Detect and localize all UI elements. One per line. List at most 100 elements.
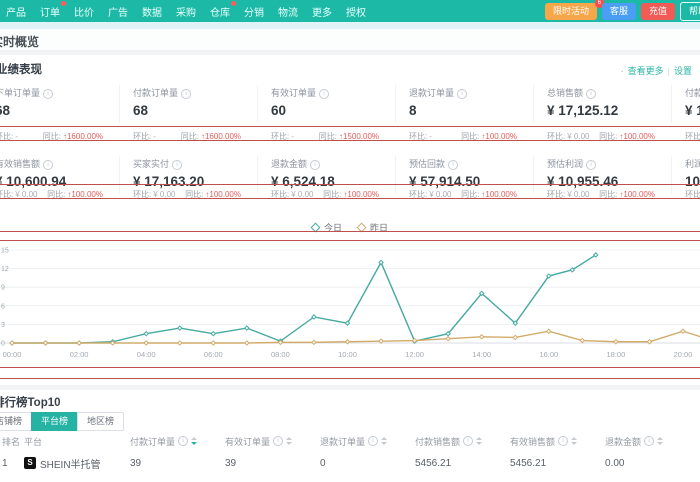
mom-compare: 环比:¥ 0.00 xyxy=(547,189,589,200)
mom-value: ¥ 0.00 xyxy=(15,190,38,199)
kpi-card-有效订单量: 有效订单量 60 环比:- 同比:↑1500.00% xyxy=(257,83,395,149)
nav-action-outline-button[interactable]: 帮助 xyxy=(679,2,700,21)
legend-item-今日[interactable]: 今日 xyxy=(310,221,342,234)
column-header-退款金额[interactable]: 退款金额 xyxy=(605,435,700,448)
data-point-昨日 xyxy=(210,340,217,346)
performance-section-title: 业绩表现 xyxy=(0,64,42,76)
sort-icon[interactable] xyxy=(571,437,578,445)
nav-item-仓库[interactable]: 仓库 xyxy=(210,0,236,19)
kpi-compare-strip: 环比:- 同比:↑100.00% xyxy=(409,131,517,142)
mom-value: - xyxy=(15,132,18,141)
value-cell: 5456.21 xyxy=(415,457,452,469)
sort-icon[interactable] xyxy=(381,437,388,445)
mom-compare: 环比:¥ 0.00 xyxy=(685,131,700,142)
info-icon[interactable] xyxy=(273,436,284,446)
mom-compare: 环比:- xyxy=(133,131,156,142)
nav-item-分销[interactable]: 分销 xyxy=(244,4,264,19)
x-tick-label: 00:00 xyxy=(3,350,22,359)
mom-label: 环比: xyxy=(0,190,14,199)
sort-icon[interactable] xyxy=(191,437,198,445)
settings-link[interactable]: 设置 xyxy=(674,64,692,77)
nav-item-广告[interactable]: 广告 xyxy=(108,4,128,19)
sort-down-icon xyxy=(381,442,388,445)
notification-badge-icon xyxy=(61,0,66,6)
sort-icon[interactable] xyxy=(286,437,293,445)
data-point-昨日 xyxy=(579,337,586,344)
view-more-link[interactable]: 查看更多 xyxy=(628,64,664,77)
info-icon[interactable] xyxy=(368,436,379,446)
nav-action-orange-button[interactable]: 限时活动 6 xyxy=(544,0,604,20)
tab-店铺榜[interactable]: 店铺榜 xyxy=(0,412,33,431)
info-icon[interactable] xyxy=(43,89,54,99)
info-icon[interactable] xyxy=(319,89,330,99)
data-point-昨日 xyxy=(311,339,317,346)
data-point-昨日 xyxy=(244,340,250,346)
yoy-label: 同比: xyxy=(599,132,618,141)
info-icon[interactable] xyxy=(558,436,569,446)
legend-label: 今日 xyxy=(323,223,342,233)
x-tick-label: 04:00 xyxy=(137,350,156,359)
column-header-有效订单量[interactable]: 有效订单量 xyxy=(225,435,320,448)
nav-item-授权[interactable]: 授权 xyxy=(346,4,366,19)
info-icon[interactable] xyxy=(586,160,597,170)
tab-平台榜[interactable]: 平台榜 xyxy=(31,412,79,431)
data-point-昨日 xyxy=(9,340,15,346)
yoy-label: 同比: xyxy=(461,132,480,141)
column-header-付款销售额[interactable]: 付款销售额 xyxy=(415,435,510,448)
hourly-line-chart: 0 3 6 9 12 15 00:00 02:00 04:00 06:00 08:00 10:00 12… xyxy=(0,248,700,359)
nav-action-blue-button[interactable]: 客服 xyxy=(601,3,636,20)
nav-item-label: 分销 xyxy=(244,7,264,19)
x-tick-label: 14:00 xyxy=(472,350,491,359)
mom-compare: 环比:- xyxy=(685,189,700,200)
nav-item-数据[interactable]: 数据 xyxy=(142,4,162,19)
nav-item-更多[interactable]: 更多 xyxy=(312,4,332,19)
mom-label: 环比: xyxy=(685,190,700,199)
nav-item-比价[interactable]: 比价 xyxy=(74,4,94,19)
info-icon[interactable] xyxy=(586,89,597,99)
x-tick-label: 08:00 xyxy=(271,350,290,359)
mom-label: 环比: xyxy=(271,190,290,199)
info-icon[interactable] xyxy=(644,436,655,446)
nav-menu: 产品 订单 比价 广告 数据 采购 仓库 分销 物流 更多 授权 xyxy=(4,0,373,19)
nav-item-采购[interactable]: 采购 xyxy=(176,4,196,19)
nav-item-物流[interactable]: 物流 xyxy=(278,4,298,19)
info-icon[interactable] xyxy=(457,89,468,99)
yoy-compare: 同比: ↑100.00% xyxy=(599,131,655,142)
kpi-card-预估利润: 预估利润 ¥ 10,955.46环比:¥ 0.00 同比:↑100.00% xyxy=(533,154,671,214)
table-row[interactable]: 1 S SHEIN半托管 39 39 0 5456.21 5456.21 0.00 xyxy=(0,450,700,476)
column-header-有效销售额[interactable]: 有效销售额 xyxy=(510,435,605,448)
info-icon[interactable] xyxy=(310,160,321,170)
x-tick-label: 20:00 xyxy=(674,350,693,359)
nav-item-订单[interactable]: 订单 xyxy=(40,0,66,19)
yoy-value: ↑100.00% xyxy=(481,132,517,141)
mom-compare: 环比:- xyxy=(0,131,18,142)
ranking-tabs: 店铺榜平台榜地区榜 xyxy=(0,412,125,431)
info-icon[interactable] xyxy=(172,160,183,170)
yoy-compare: 同比: ↑100.00% xyxy=(185,189,241,200)
mom-label: 环比: xyxy=(409,190,428,199)
info-icon[interactable] xyxy=(463,436,474,446)
kpi-value: ¥ 17,163.20 xyxy=(685,103,700,118)
sort-up-icon xyxy=(286,437,293,440)
sort-icon[interactable] xyxy=(476,437,483,445)
info-icon[interactable] xyxy=(448,160,459,170)
column-header-退款订单量[interactable]: 退款订单量 xyxy=(320,435,415,448)
info-icon[interactable] xyxy=(181,89,192,99)
kpi-compare-strip: 环比:- 同比:↑1600.00% xyxy=(133,131,241,142)
tab-地区榜[interactable]: 地区榜 xyxy=(77,412,125,431)
sort-down-icon xyxy=(286,442,293,445)
info-icon[interactable] xyxy=(178,436,189,446)
x-tick-label: 06:00 xyxy=(204,350,223,359)
mom-value: ¥ 0.00 xyxy=(291,190,314,199)
sort-icon[interactable] xyxy=(657,437,664,445)
rank-cell: 1 xyxy=(2,457,8,469)
kpi-label: 有效订单量 xyxy=(271,86,330,99)
yoy-value: ↑100.00% xyxy=(619,132,655,141)
info-icon[interactable] xyxy=(43,160,54,170)
kpi-label: 付款订单量 xyxy=(133,86,192,99)
nav-action-red-button[interactable]: 充值 xyxy=(640,3,675,20)
nav-item-产品[interactable]: 产品 xyxy=(6,4,26,19)
column-header-付款订单量[interactable]: 付款订单量 xyxy=(130,435,225,448)
legend-item-昨日[interactable]: 昨日 xyxy=(356,221,388,234)
value-cell: 0.00 xyxy=(605,457,625,469)
